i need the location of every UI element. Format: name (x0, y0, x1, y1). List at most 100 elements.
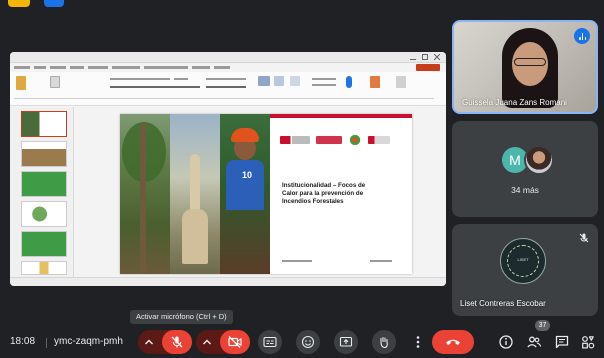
government-logo (280, 136, 310, 144)
group-labels (14, 98, 434, 99)
meeting-code: ymc-zaqm-pmh (54, 336, 123, 347)
slide-thumbnail[interactable] (21, 171, 67, 197)
profile-badge: LISET (500, 238, 546, 284)
participants-count-badge: 37 (535, 320, 550, 331)
alpaca (182, 154, 208, 264)
mic-control (138, 330, 192, 354)
chevron-up-icon[interactable] (202, 338, 212, 346)
captions-button[interactable] (258, 330, 282, 354)
slide-title-line: Calor para la prevención de (282, 190, 364, 198)
slide-title: Institucionalidad – Focos de Calor para … (282, 182, 392, 207)
slide-footer-left (282, 260, 312, 262)
ribbon (10, 72, 446, 106)
others-tile[interactable]: M 34 más (452, 121, 598, 217)
leave-call-button[interactable] (432, 330, 474, 354)
tree-trunk (140, 124, 146, 274)
ppt-share-button (416, 64, 440, 71)
captions-icon (263, 336, 277, 348)
emoji-button[interactable] (296, 330, 320, 354)
top-strip (0, 0, 604, 10)
ribbon-tab (88, 66, 108, 69)
slide-footer-right (370, 260, 392, 262)
chat-icon[interactable] (554, 334, 570, 350)
present-button[interactable] (334, 330, 358, 354)
mic-tooltip: Activar micrófono (Ctrl + D) (130, 310, 233, 324)
powerpoint-titlebar (10, 52, 446, 63)
addins-icon (396, 76, 406, 88)
ribbon-tab (34, 66, 46, 69)
ribbon-tab (70, 66, 84, 69)
slide-thumbnails (10, 107, 74, 277)
badge-text: LISET (517, 257, 529, 262)
editing-group-2 (312, 84, 336, 86)
shared-screen[interactable]: 10 Institucionalidad – Focos de Calor pa… (10, 52, 446, 286)
slide-title-line: Incendios Forestales (282, 198, 344, 206)
activities-icon[interactable] (580, 334, 596, 350)
slide-thumbnail[interactable] (21, 141, 67, 167)
shapes-icon (258, 76, 270, 86)
speaking-indicator-icon (574, 28, 590, 44)
camera-control (196, 330, 250, 354)
present-screen-icon (339, 336, 353, 347)
mic-off-icon (579, 233, 589, 243)
font-box (110, 78, 170, 80)
font-size-box (174, 78, 188, 80)
emblem-logo (348, 135, 362, 145)
hand-icon (380, 336, 388, 349)
people-icon[interactable] (526, 334, 542, 350)
top-chip-right (44, 0, 64, 7)
clock: 18:08 (10, 336, 36, 347)
partner-logo (368, 136, 390, 144)
ribbon-tab (50, 66, 66, 69)
maximize-icon (422, 54, 428, 60)
chevron-up-icon[interactable] (144, 338, 154, 346)
meeting-controls: 18:08 ymc-zaqm-pmh (0, 326, 604, 358)
paste-icon (16, 76, 26, 90)
ribbon-tabs (10, 63, 446, 72)
helmet (231, 128, 259, 142)
quick-styles-icon (290, 76, 300, 86)
editing-group (312, 78, 336, 80)
mic-off-button[interactable] (162, 330, 192, 354)
more-participants-label: 34 más (511, 185, 539, 195)
format-row (110, 86, 200, 88)
raise-hand-button[interactable] (372, 330, 396, 354)
alpaca-photo (170, 114, 220, 274)
participant-tile[interactable]: LISET Liset Contreras Escobar (452, 224, 598, 316)
slide-thumbnail[interactable] (21, 231, 67, 257)
minimize-icon (410, 54, 416, 60)
forest-photo (120, 114, 170, 274)
glasses (514, 58, 546, 66)
more-options-button[interactable] (406, 330, 430, 354)
ribbon-tab (144, 66, 188, 69)
participant-name: Guissela Juana Zans Romani (462, 98, 567, 107)
avatar-photo (524, 145, 554, 175)
paragraph-row-2 (206, 86, 246, 88)
slide-thumbnail[interactable] (21, 261, 67, 275)
camera-off-button[interactable] (220, 330, 250, 354)
new-slide-icon (50, 76, 60, 88)
top-chip-left (8, 0, 30, 7)
emoji-icon (301, 335, 315, 349)
alpaca-body (182, 209, 208, 264)
designer-icon (370, 76, 380, 88)
slide-accent-bar (270, 114, 412, 118)
mic-off-icon (171, 336, 183, 348)
dictate-icon (346, 76, 352, 88)
hang-up-icon (446, 339, 460, 345)
serfor-logo (316, 136, 342, 144)
ribbon-tab (112, 66, 140, 69)
powerpoint-statusbar (10, 277, 446, 286)
info-icon[interactable] (498, 334, 514, 350)
firefighter-photo: 10 (220, 114, 270, 274)
slide-title-line: Institucionalidad – Focos de (282, 182, 366, 189)
slide-thumbnail[interactable] (21, 111, 67, 137)
close-icon (434, 54, 440, 60)
more-vert-icon (416, 336, 420, 348)
slide-thumbnail[interactable] (21, 201, 67, 227)
arrange-icon (274, 76, 284, 86)
divider (46, 338, 47, 348)
ribbon-tab (14, 66, 30, 69)
presenter-tile[interactable]: Guissela Juana Zans Romani (452, 20, 598, 114)
paragraph-row (206, 78, 246, 80)
